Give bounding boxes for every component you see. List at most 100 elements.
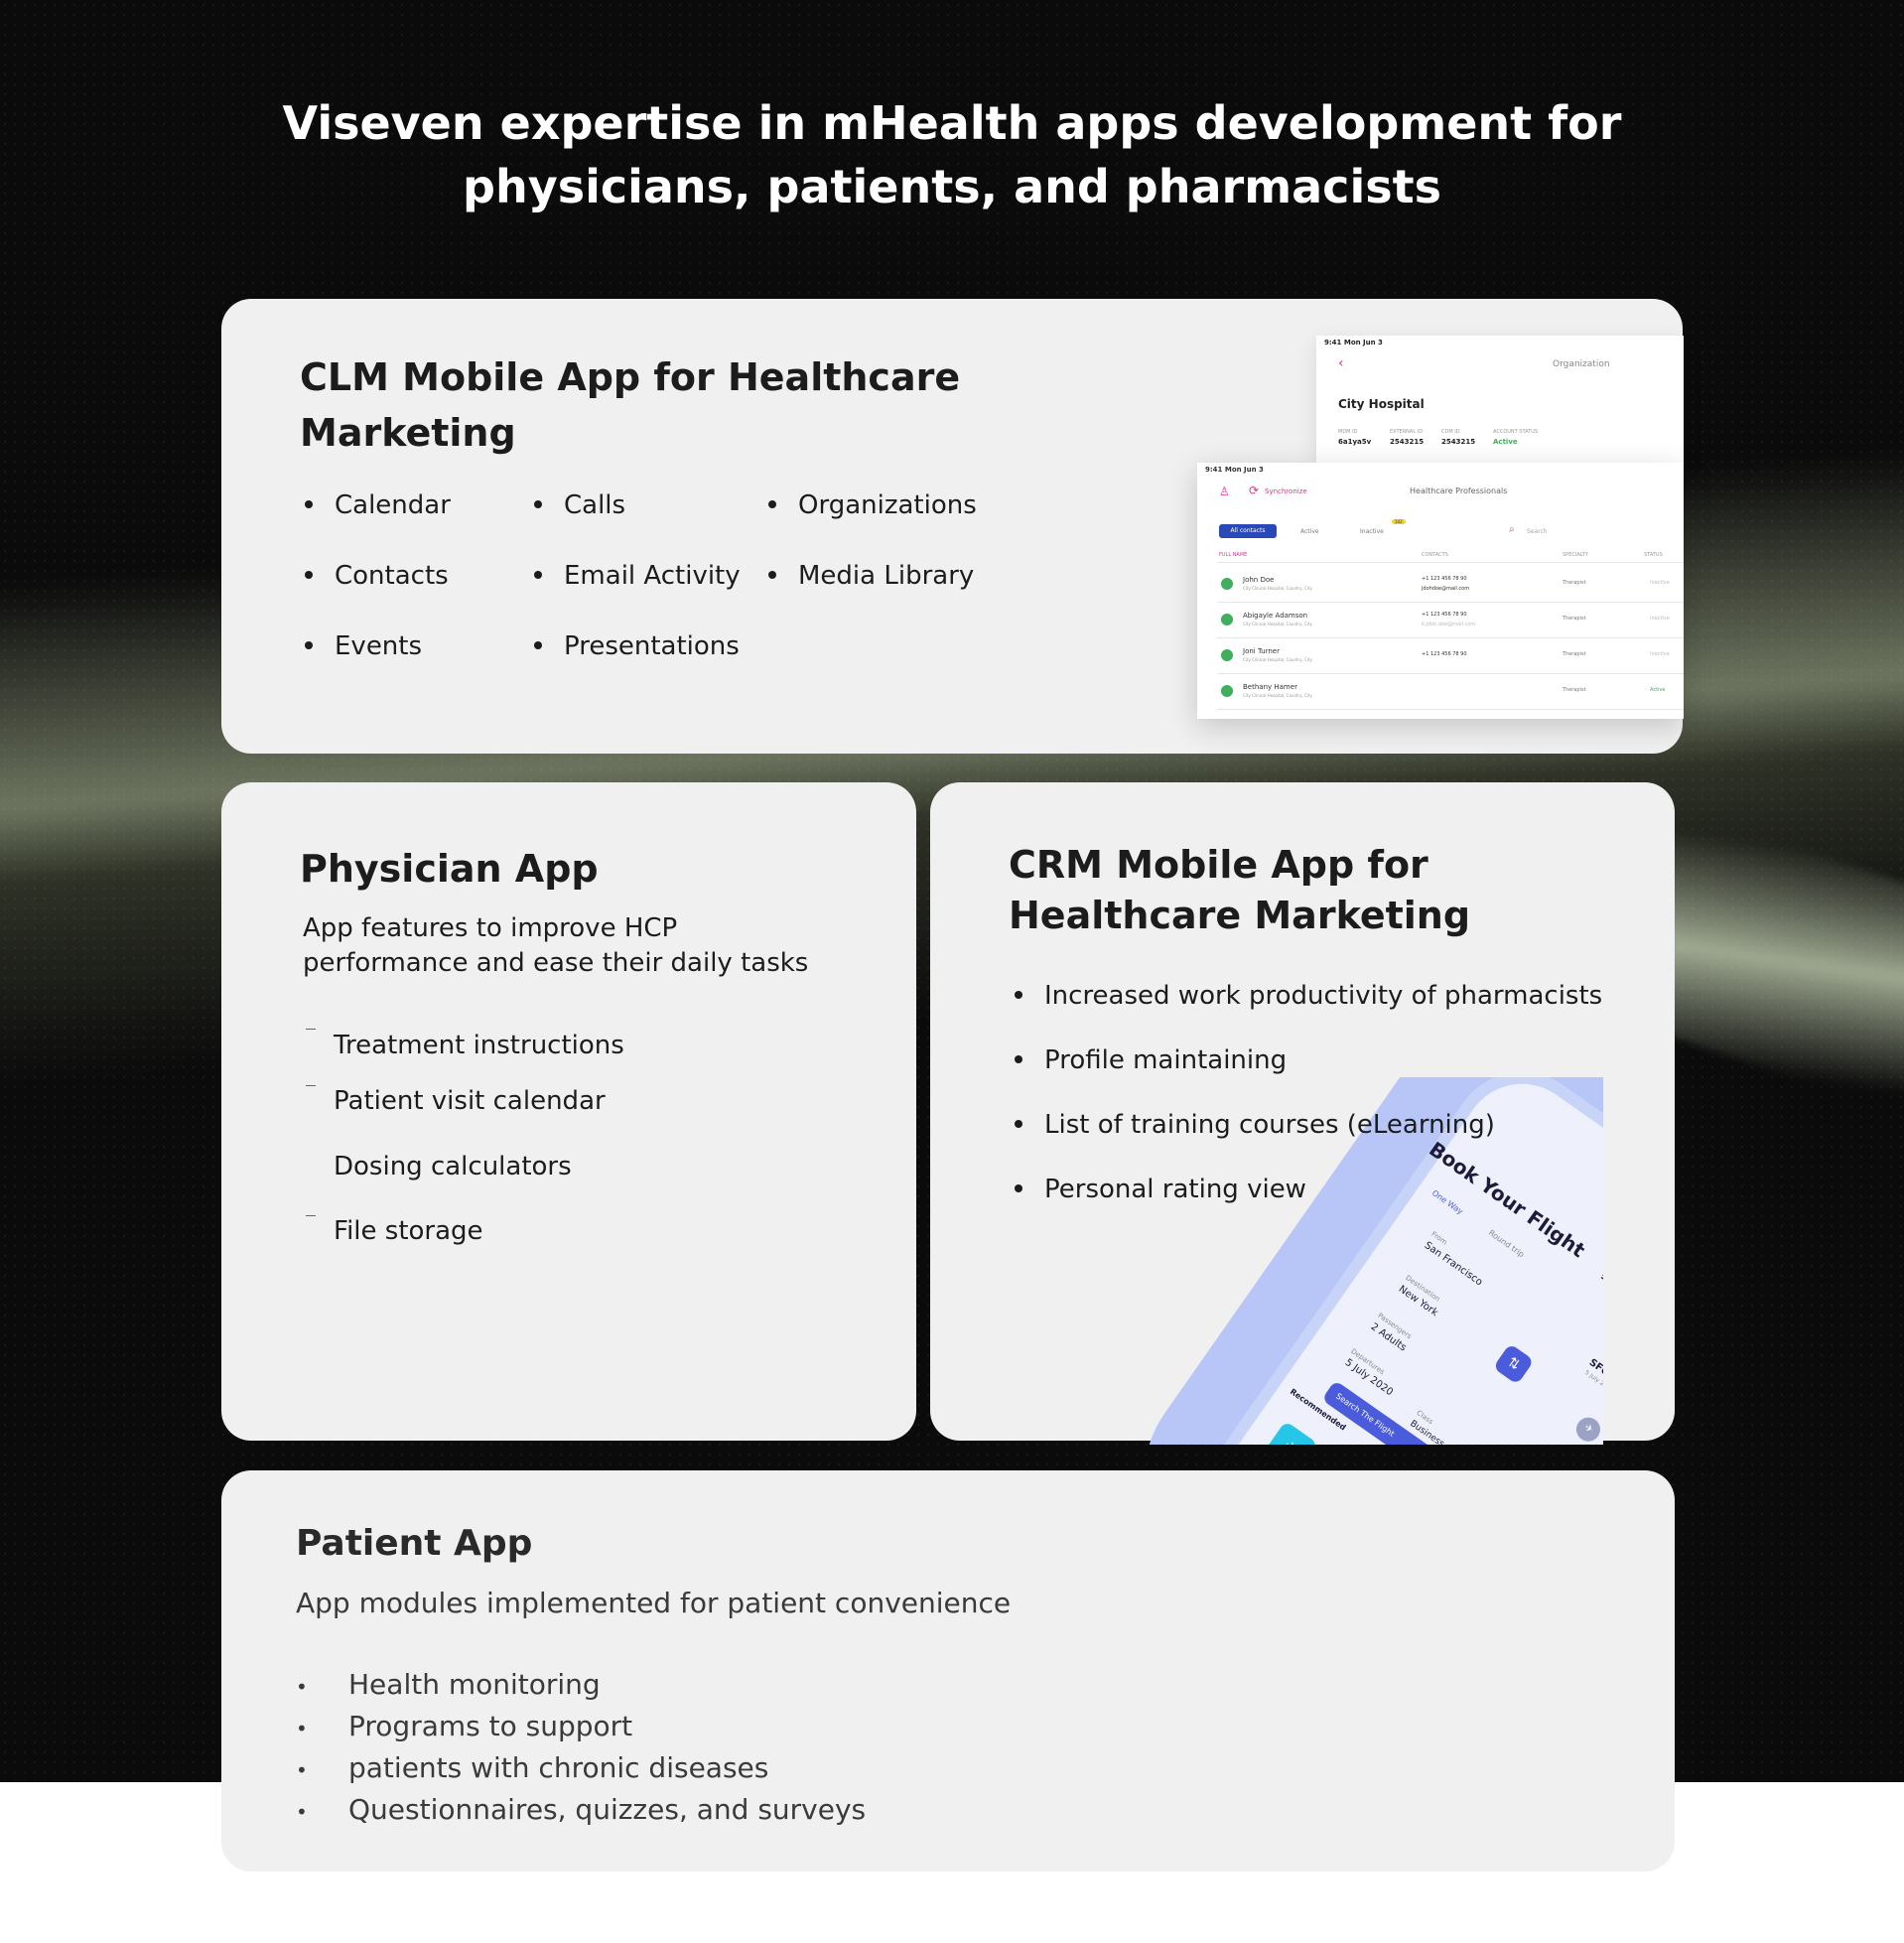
contact-org: City Clinical Hospital, Country, City <box>1243 693 1312 698</box>
status-badge: Inactive <box>1650 651 1670 657</box>
item-dash <box>306 1215 316 1216</box>
contact-phone: +1 123 456 78 90 <box>1422 612 1467 618</box>
mock-header: Healthcare Professionals <box>1410 486 1508 495</box>
clm-feature-label: Calendar <box>335 490 451 520</box>
bullet-dot <box>1015 990 1022 999</box>
page-headline: Viseven expertise in mHealth apps develo… <box>0 91 1904 218</box>
status-badge: Active <box>1650 687 1666 693</box>
crm-item-label: Profile maintaining <box>1044 1045 1288 1075</box>
crm-item-label: Personal rating view <box>1044 1175 1306 1204</box>
clm-feature-label: Events <box>335 631 423 661</box>
crm-item: Personal rating view <box>1015 1175 1306 1204</box>
clm-feature: Media Library <box>768 561 974 591</box>
clm-title-line-2: Marketing <box>300 411 516 455</box>
organization-screen-mockup: 9:41 Mon Jun 3 ‹ Organization City Hospi… <box>1316 336 1684 465</box>
physician-card-title: Physician App <box>300 847 599 891</box>
org-label: CDM ID <box>1441 429 1460 435</box>
bullet-dot: • <box>296 1758 308 1782</box>
clm-feature: Email Activity <box>534 561 741 591</box>
contact-specialty: Therapist <box>1563 687 1586 693</box>
patient-item-label: Programs to support <box>348 1710 633 1742</box>
physician-item: File storage <box>334 1216 483 1246</box>
tab-all-contacts: All contacts <box>1219 524 1277 538</box>
clm-feature: Organizations <box>768 490 977 520</box>
search-icon: ⌕ <box>1509 524 1515 535</box>
avatar <box>1221 685 1233 697</box>
contact-phone: +1 123 456 78 90 <box>1422 576 1467 582</box>
avatar <box>1221 578 1233 590</box>
contact-phone: +1 123 456 78 90 <box>1422 651 1467 657</box>
bullet-dot <box>1015 1119 1022 1128</box>
clm-card-title: CLM Mobile App for Healthcare Marketing <box>300 349 960 461</box>
contact-org: City Clinical Hospital, Country, City <box>1243 622 1312 626</box>
contact-org: City Clinical Hospital, Country, City <box>1243 657 1312 662</box>
status-badge: Inactive <box>1650 580 1670 586</box>
contact-name: Bethany Hamer <box>1243 683 1297 691</box>
bullet-dot <box>1015 1054 1022 1063</box>
contact-name: Joni Turner <box>1243 647 1280 655</box>
bullet-dot: • <box>296 1675 308 1699</box>
item-dash <box>306 1085 316 1086</box>
table-divider <box>1217 673 1684 674</box>
mock-status-bar: 9:41 Mon Jun 3 <box>1205 466 1264 474</box>
contact-specialty: Therapist <box>1563 580 1586 586</box>
column-header: SPECIALTY <box>1563 552 1588 558</box>
back-chevron-icon: ‹ <box>1338 355 1344 371</box>
tab-active: Active <box>1300 528 1319 535</box>
patient-list: • Health monitoring • Programs to support … <box>296 1665 866 1832</box>
count-badge: 102 <box>1392 519 1406 524</box>
crm-item: Increased work productivity of pharmacis… <box>1015 981 1602 1011</box>
patient-item-label: Questionnaires, quizzes, and surveys <box>348 1793 867 1826</box>
mock-header: Organization <box>1553 359 1610 369</box>
patient-item: • Questionnaires, quizzes, and surveys <box>296 1790 866 1832</box>
clm-feature: Calendar <box>305 490 451 520</box>
table-divider <box>1217 637 1684 638</box>
contact-org: City Clinical Hospital, Country, City <box>1243 586 1312 591</box>
contact-specialty: Therapist <box>1563 651 1586 657</box>
bullet-dot <box>768 570 776 579</box>
avatar <box>1221 649 1233 661</box>
crm-item-label: Increased work productivity of pharmacis… <box>1044 981 1603 1011</box>
patient-item: • Programs to support <box>296 1707 866 1748</box>
physician-item: Treatment instructions <box>334 1031 624 1060</box>
search-placeholder: Search <box>1527 528 1548 535</box>
clm-feature-label: Calls <box>564 490 626 520</box>
sync-label: Synchronize <box>1265 487 1307 495</box>
physician-item: Dosing calculators <box>334 1152 572 1181</box>
clm-feature-label: Contacts <box>335 561 449 591</box>
bullet-dot <box>534 570 542 579</box>
patient-subtitle: App modules implemented for patient conv… <box>296 1587 1012 1619</box>
patient-item-label: patients with chronic diseases <box>348 1751 769 1784</box>
clm-feature-label: Presentations <box>564 631 740 661</box>
mock-status-bar: 9:41 Mon Jun 3 <box>1324 339 1383 347</box>
crm-card-title: CRM Mobile App for Healthcare Marketing <box>1009 840 1470 941</box>
headline-line-1: Viseven expertise in mHealth apps develo… <box>282 96 1622 150</box>
bullet-dot <box>1015 1183 1022 1192</box>
bullet-dot <box>305 499 313 508</box>
clm-feature-label: Email Activity <box>564 561 741 591</box>
crm-item: List of training courses (eLearning) <box>1015 1110 1495 1140</box>
sync-icon: ⟳ <box>1249 484 1260 497</box>
headline-line-2: physicians, patients, and pharmacists <box>463 160 1441 213</box>
org-label: ACCOUNT STATUS <box>1493 429 1539 435</box>
patient-item: • patients with chronic diseases <box>296 1748 866 1790</box>
clm-feature: Calls <box>534 490 625 520</box>
clm-feature-label: Media Library <box>798 561 975 591</box>
bullet-dot <box>305 640 313 649</box>
patient-card-title: Patient App <box>296 1523 533 1564</box>
contact-email: k.jdoh.doe@mail.com <box>1422 622 1476 627</box>
physician-subtitle-line-1: App features to improve HCP <box>303 913 678 943</box>
contact-email: jdohdoe@mail.com <box>1422 586 1470 592</box>
table-divider <box>1217 602 1684 603</box>
patient-item: • Health monitoring <box>296 1665 866 1707</box>
column-header: FULL NAME <box>1219 552 1248 558</box>
bullet-dot <box>768 499 776 508</box>
crm-item: Profile maintaining <box>1015 1045 1287 1075</box>
avatar <box>1221 614 1233 625</box>
org-label: EXTERNAL ID <box>1390 429 1424 435</box>
clm-feature: Presentations <box>534 631 740 661</box>
org-value: 6a1ya5v <box>1338 438 1372 446</box>
contact-name: John Doe <box>1243 576 1275 584</box>
column-header: STATUS <box>1644 552 1663 558</box>
physician-subtitle-line-2: performance and ease their daily tasks <box>303 948 809 978</box>
